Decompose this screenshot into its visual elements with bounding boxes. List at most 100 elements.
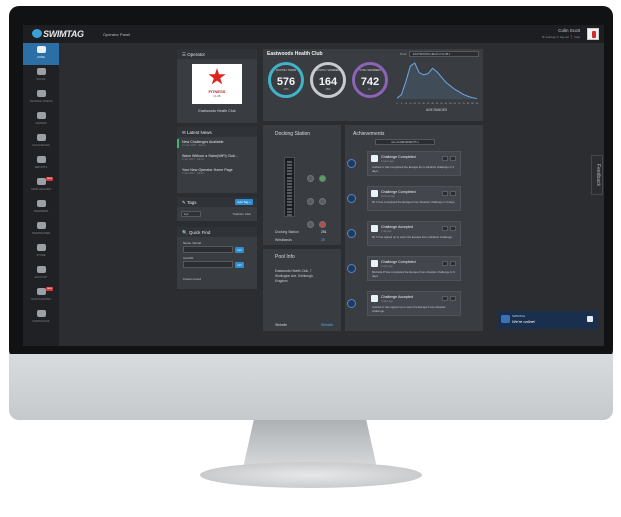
- x-tick-label: 90: [476, 103, 479, 105]
- sidebar-item-reports[interactable]: REPORTS: [23, 153, 59, 175]
- achievement-title: Challenge Accepted: [381, 295, 413, 299]
- sidebar-item-label: NOTIFICATIONS: [31, 298, 51, 301]
- achievement-card[interactable]: Challenge Accepted 1 day ago Mr V has sign…: [367, 221, 461, 246]
- new-badge: NEW: [46, 177, 53, 181]
- dock-slot: [287, 179, 292, 182]
- sidebar-item-awards[interactable]: AWARDS: [23, 109, 59, 131]
- app-logo[interactable]: SWIMTAG: [43, 29, 84, 39]
- name-email-input[interactable]: [183, 246, 233, 253]
- news-item[interactable]: New Challenges Available 21 Jan 2017 - Ad…: [182, 140, 255, 147]
- comment-icon[interactable]: [450, 296, 456, 301]
- add-tag-button[interactable]: Add Tag +: [235, 199, 253, 205]
- avatar[interactable]: [587, 28, 599, 40]
- results-count: 0 items found: [183, 277, 202, 281]
- achievement-card[interactable]: Challenge Completed 20 hours ago Mr V has …: [367, 186, 461, 211]
- news-item[interactable]: Wave Without a Swim(WiFi) Club... 8 Jan 2…: [182, 154, 255, 161]
- sidebar-item-swimtrainer[interactable]: SWIMTRAINER: [23, 219, 59, 241]
- x-tick-label: 65: [454, 103, 457, 105]
- sidebar-item-swim-leagues[interactable]: SWIM LEAGUES NEW: [23, 175, 59, 197]
- feedback-tab[interactable]: Feedback: [591, 155, 603, 195]
- x-tick-label: 35: [427, 103, 430, 105]
- x-tick-label: 30: [422, 103, 425, 105]
- sidebar-item-label: AWARDS: [35, 122, 47, 125]
- like-icon[interactable]: [442, 191, 448, 196]
- age-ranges-chart: 0 5 10 15 20 25 30 35 40 45 50 55 60 65 70 75 80 85 90: [396, 62, 479, 105]
- comment-icon[interactable]: [450, 191, 456, 196]
- achievement-icon: [371, 295, 378, 302]
- alert-icon: [319, 221, 326, 228]
- age-ranges-label: AGE RANGES: [426, 108, 448, 112]
- sidebar-item-social[interactable]: SOCIAL: [23, 65, 59, 87]
- achievement-time: 3 days ago: [381, 300, 393, 303]
- achievement-card[interactable]: Challenge Accepted 3 days ago Andrew C has…: [367, 291, 461, 316]
- dock-slot: [287, 207, 292, 210]
- sidebar-item-notifications[interactable]: NOTIFICATIONS NEW: [23, 285, 59, 307]
- like-icon[interactable]: [442, 156, 448, 161]
- docking-station-value: 251: [321, 230, 327, 234]
- comment-icon[interactable]: [450, 261, 456, 266]
- wristbands-value[interactable]: 25: [321, 238, 325, 242]
- sidebar-item-challenges[interactable]: CHALLENGES: [23, 131, 59, 153]
- cart-icon: [36, 244, 46, 251]
- achievement-description: Mr V has signed up to swim the Escape Fr…: [372, 235, 453, 239]
- sidebar-item-training-videos[interactable]: TRAINING VIDEOS: [23, 87, 59, 109]
- comment-icon[interactable]: [450, 226, 456, 231]
- docking-station-panel: Docking Station Docking Station 251 Wris…: [263, 125, 341, 245]
- news-item[interactable]: Your New Operator Home Page 4 Jan 2017 - …: [182, 168, 255, 175]
- achievement-card[interactable]: Challenge Completed 6 hours ago Andrew C h…: [367, 151, 461, 176]
- like-icon[interactable]: [442, 296, 448, 301]
- like-icon[interactable]: [442, 226, 448, 231]
- website-label: Website: [275, 323, 288, 327]
- name-search-button[interactable]: GO: [235, 247, 244, 253]
- monitor-chin: [9, 354, 613, 420]
- latest-news-panel: ✉ Latest News New Challenges Available 21…: [177, 127, 257, 193]
- sidebar-item-downloads[interactable]: DOWNLOADS: [23, 307, 59, 329]
- docking-tower-image: [284, 157, 295, 217]
- panel-title: Operator Panel: [103, 32, 131, 37]
- pool-select[interactable]: EASTWOODS HEALTH CLUB ▾: [409, 51, 479, 57]
- docking-heading: Docking Station: [275, 131, 311, 137]
- club-summary-panel: Eastwoods Health Club Pool: EASTWOODS HE…: [263, 49, 483, 121]
- card-id-input[interactable]: [183, 261, 233, 268]
- sidebar: HOME SOCIAL TRAINING VIDEOS AWARDS CHALLENGE…: [23, 43, 59, 346]
- tag-input[interactable]: Epc: [181, 211, 201, 217]
- sidebar-item-label: SWIMMERS: [33, 210, 49, 213]
- sidebar-item-label: DOWNLOADS: [32, 320, 50, 323]
- download-icon: [36, 310, 46, 317]
- pool-info-panel: Pool Info Eastwoods Health Club, 7 Wurli…: [263, 249, 341, 331]
- tag-value[interactable]: Triathlon Club: [232, 212, 251, 216]
- lock-icon: [36, 266, 46, 273]
- x-tick-label: 80: [467, 103, 470, 105]
- name-email-label: Name / Email: [183, 241, 202, 245]
- website-link[interactable]: Website: [321, 323, 333, 327]
- user-name[interactable]: Colin Scott: [558, 28, 580, 33]
- sidebar-item-label: SWIM LEAGUES: [30, 188, 52, 191]
- achievement-icon: [371, 225, 378, 232]
- card-search-button[interactable]: GO: [235, 262, 244, 268]
- achievement-title: Challenge Completed: [381, 190, 416, 194]
- achievement-title: Challenge Completed: [381, 260, 416, 264]
- dock-slot: [287, 164, 292, 167]
- comment-icon[interactable]: [450, 156, 456, 161]
- user-links[interactable]: ⚙ settings ⏻ log out ❓ help: [542, 35, 580, 39]
- sidebar-item-account[interactable]: ACCOUNT: [23, 263, 59, 285]
- achievement-time: 6 hours ago: [381, 160, 394, 163]
- dock-slot: [287, 192, 292, 194]
- sidebar-item-label: SWIMTRAINER: [31, 232, 51, 235]
- monthly-swimmers-stat: MONTHLY SWIMMERS 164 15%: [310, 62, 346, 98]
- play-icon: [36, 90, 46, 97]
- dock-slot: [287, 213, 292, 216]
- achievement-card[interactable]: Challenge Completed 2 days ago Michelle P …: [367, 256, 461, 281]
- dock-slot: [287, 176, 292, 179]
- x-tick-label: 45: [436, 103, 439, 105]
- chat-widget[interactable]: SWIMTAG We're online!: [498, 311, 598, 329]
- sidebar-item-swimmers[interactable]: SWIMMERS: [23, 197, 59, 219]
- like-icon[interactable]: [442, 261, 448, 266]
- monitor-stand-foot: [200, 462, 422, 488]
- dock-slot: [287, 167, 292, 170]
- achievements-filter[interactable]: ALL ACHIEVEMENTS ▾: [375, 139, 435, 145]
- chat-open-icon[interactable]: [587, 316, 593, 322]
- sidebar-item-store[interactable]: STORE: [23, 241, 59, 263]
- sidebar-item-home[interactable]: HOME: [23, 43, 59, 65]
- monitor-stand-neck: [243, 420, 377, 468]
